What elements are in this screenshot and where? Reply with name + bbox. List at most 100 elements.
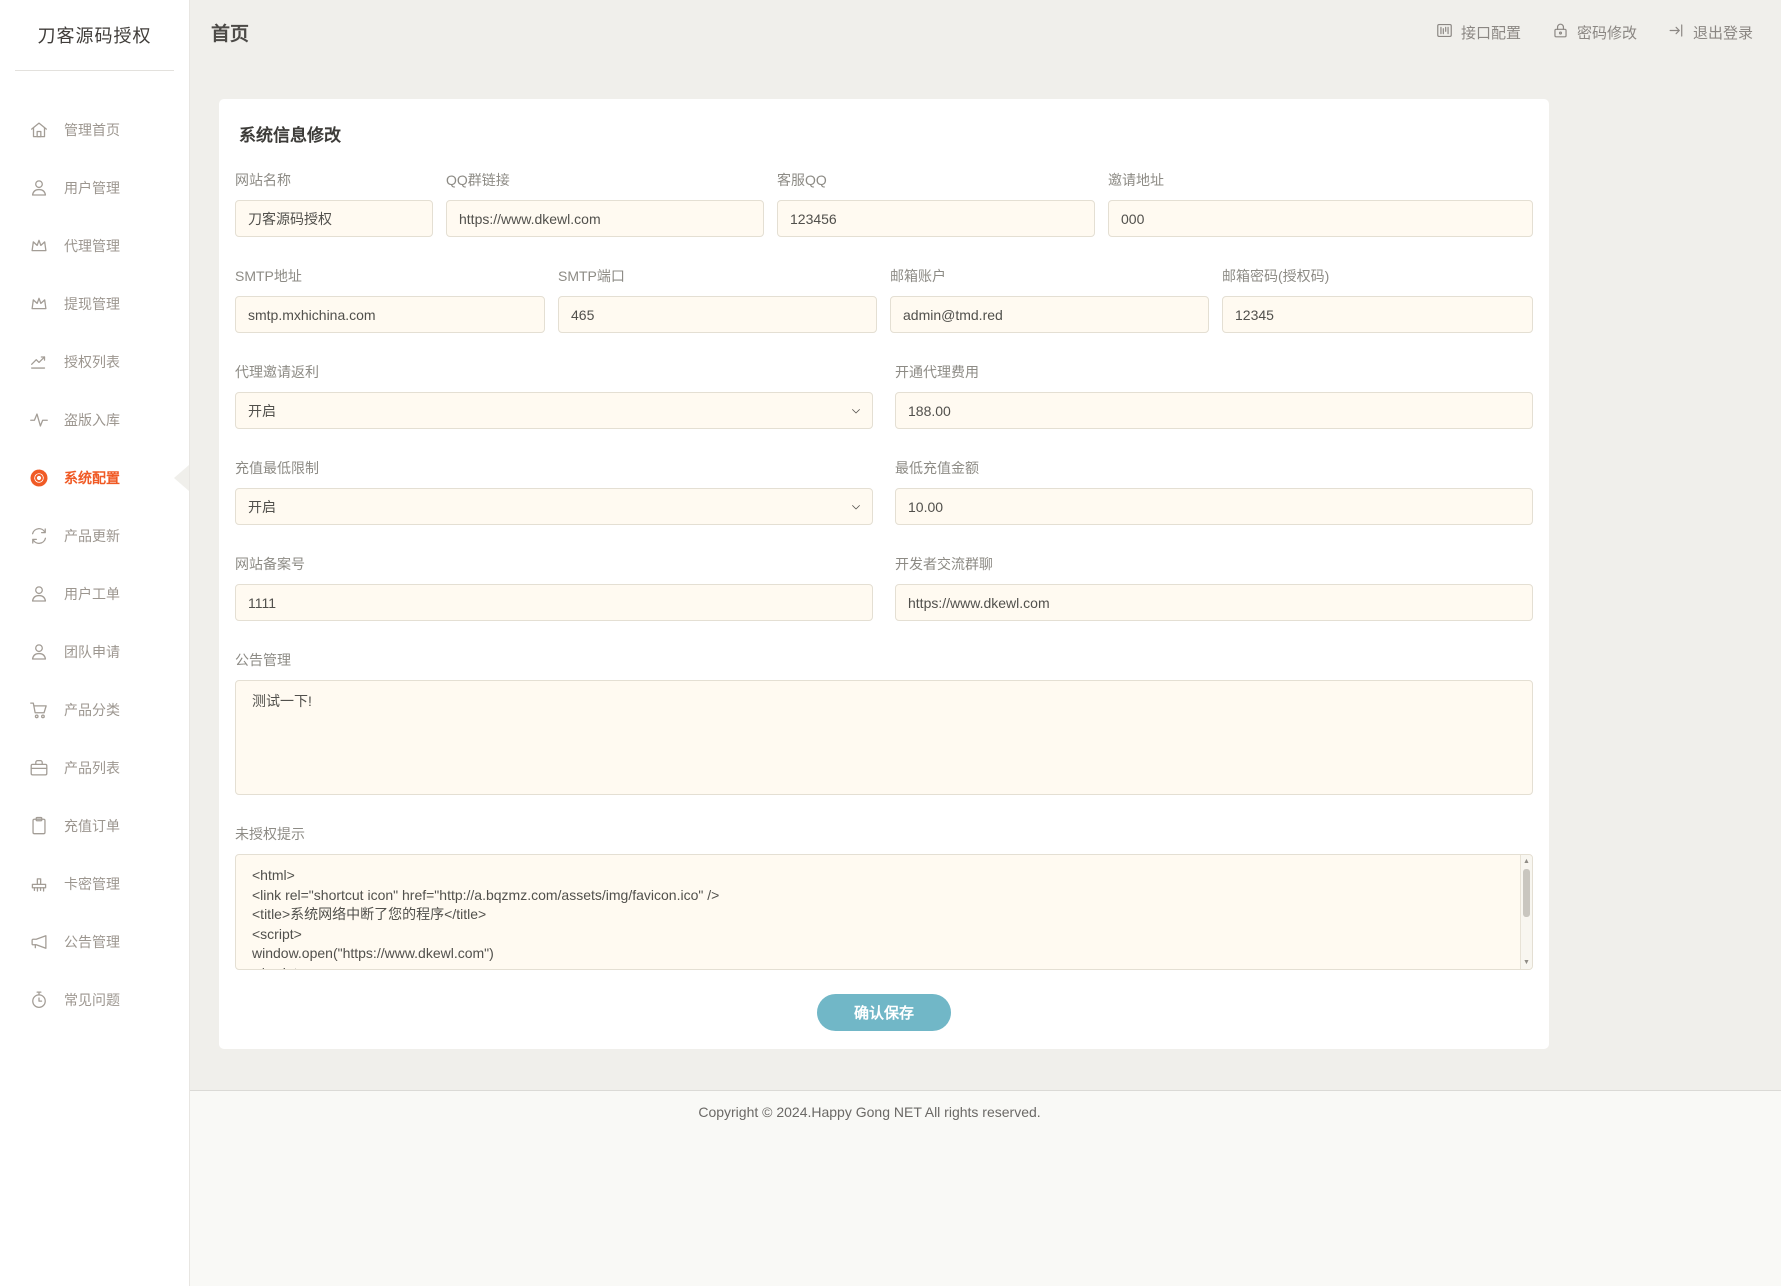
- main-area: 首页 接口配置 密码修改: [190, 0, 1781, 1286]
- api-config-button[interactable]: 接口配置: [1435, 21, 1521, 44]
- smtp-port-field: SMTP端口: [558, 266, 877, 333]
- min-recharge-label: 最低充值金额: [895, 458, 1533, 478]
- sidebar-item-withdraw-management[interactable]: 提现管理: [0, 275, 189, 333]
- user-icon: [28, 177, 50, 199]
- sidebar-item-faq[interactable]: 常见问题: [0, 971, 189, 1029]
- smtp-host-input[interactable]: [235, 296, 545, 333]
- agent-fee-field: 开通代理费用: [895, 362, 1533, 429]
- active-item-notch: [174, 465, 189, 491]
- sidebar-item-user-management[interactable]: 用户管理: [0, 159, 189, 217]
- scroll-down-icon[interactable]: ▼: [1521, 957, 1532, 968]
- sidebar-item-label: 系统配置: [64, 468, 120, 488]
- sidebar-item-recharge-orders[interactable]: 充值订单: [0, 797, 189, 855]
- footer: Copyright © 2024.Happy Gong NET All righ…: [190, 1090, 1781, 1286]
- sidebar-item-team-application[interactable]: 团队申请: [0, 623, 189, 681]
- sidebar-item-dashboard[interactable]: 管理首页: [0, 101, 189, 159]
- page-title: 首页: [211, 19, 249, 46]
- app-window: 刀客源码授权 管理首页 用户管理 代理管理: [0, 0, 1781, 1286]
- brush-icon: [28, 873, 50, 895]
- qq-group-link-input[interactable]: [446, 200, 764, 237]
- service-qq-field: 客服QQ: [777, 170, 1095, 237]
- cart-icon: [28, 699, 50, 721]
- form-row-5: 网站备案号 开发者交流群聊: [235, 554, 1533, 621]
- user-icon: [28, 583, 50, 605]
- unauthorized-tip-field: 未授权提示 <html> <link rel="shortcut icon" h…: [235, 824, 1533, 970]
- announcement-field: 公告管理 测试一下!: [235, 650, 1533, 795]
- app-logo: 刀客源码授权: [0, 0, 189, 70]
- sidebar-item-user-tickets[interactable]: 用户工单: [0, 565, 189, 623]
- sidebar-item-product-category[interactable]: 产品分类: [0, 681, 189, 739]
- icp-number-label: 网站备案号: [235, 554, 873, 574]
- briefcase-icon: [28, 757, 50, 779]
- min-recharge-field: 最低充值金额: [895, 458, 1533, 525]
- sidebar-item-piracy-intake[interactable]: 盗版入库: [0, 391, 189, 449]
- gear-icon: [28, 467, 50, 489]
- home-icon: [28, 119, 50, 141]
- mail-account-input[interactable]: [890, 296, 1209, 333]
- sidebar-item-announcement-management[interactable]: 公告管理: [0, 913, 189, 971]
- icp-number-field: 网站备案号: [235, 554, 873, 621]
- sidebar-item-product-update[interactable]: 产品更新: [0, 507, 189, 565]
- form-row-4: 充值最低限制 开启 最低充值金额: [235, 458, 1533, 525]
- announcement-textarea[interactable]: 测试一下!: [235, 680, 1533, 795]
- form-row-2: SMTP地址 SMTP端口 邮箱账户 邮箱密码(授权码): [235, 266, 1533, 333]
- trending-up-icon: [28, 351, 50, 373]
- sidebar-item-label: 卡密管理: [64, 874, 120, 894]
- invite-address-input[interactable]: [1108, 200, 1533, 237]
- recharge-limit-label: 充值最低限制: [235, 458, 873, 478]
- service-qq-label: 客服QQ: [777, 170, 1095, 190]
- logout-icon: [1667, 21, 1686, 44]
- textarea-scrollbar[interactable]: ▲ ▼: [1520, 855, 1532, 969]
- sidebar-item-label: 用户工单: [64, 584, 120, 604]
- form-row-1: 网站名称 QQ群链接 客服QQ 邀请地址: [235, 170, 1533, 237]
- sidebar-item-label: 常见问题: [64, 990, 120, 1010]
- qq-group-link-field: QQ群链接: [446, 170, 764, 237]
- sidebar-item-label: 代理管理: [64, 236, 120, 256]
- sidebar-item-agent-management[interactable]: 代理管理: [0, 217, 189, 275]
- agent-fee-input[interactable]: [895, 392, 1533, 429]
- sidebar-item-label: 产品分类: [64, 700, 120, 720]
- smtp-port-input[interactable]: [558, 296, 877, 333]
- sidebar-item-system-config[interactable]: 系统配置: [0, 449, 189, 507]
- announcement-label: 公告管理: [235, 650, 1533, 670]
- scrollbar-thumb[interactable]: [1523, 869, 1530, 917]
- dev-group-label: 开发者交流群聊: [895, 554, 1533, 574]
- dev-group-field: 开发者交流群聊: [895, 554, 1533, 621]
- topbar: 首页 接口配置 密码修改: [190, 0, 1781, 65]
- site-name-label: 网站名称: [235, 170, 433, 190]
- dev-group-input[interactable]: [895, 584, 1533, 621]
- refresh-icon: [28, 525, 50, 547]
- user-icon: [28, 641, 50, 663]
- sidebar-item-product-list[interactable]: 产品列表: [0, 739, 189, 797]
- service-qq-input[interactable]: [777, 200, 1095, 237]
- api-config-label: 接口配置: [1461, 22, 1521, 43]
- lock-icon: [1551, 21, 1570, 44]
- sidebar-item-label: 盗版入库: [64, 410, 120, 430]
- agent-rebate-select[interactable]: 开启: [235, 392, 873, 429]
- unauthorized-tip-textarea[interactable]: <html> <link rel="shortcut icon" href="h…: [235, 854, 1533, 970]
- scroll-up-icon[interactable]: ▲: [1521, 856, 1532, 867]
- invite-address-label: 邀请地址: [1108, 170, 1533, 190]
- logout-button[interactable]: 退出登录: [1667, 21, 1753, 44]
- sidebar-item-card-key-management[interactable]: 卡密管理: [0, 855, 189, 913]
- site-name-input[interactable]: [235, 200, 433, 237]
- mail-password-input[interactable]: [1222, 296, 1533, 333]
- crown-icon: [28, 235, 50, 257]
- form-row-3: 代理邀请返利 开启 开通代理费用: [235, 362, 1533, 429]
- mail-account-label: 邮箱账户: [890, 266, 1209, 286]
- change-password-button[interactable]: 密码修改: [1551, 21, 1637, 44]
- agent-rebate-label: 代理邀请返利: [235, 362, 873, 382]
- icp-number-input[interactable]: [235, 584, 873, 621]
- unauthorized-tip-label: 未授权提示: [235, 824, 1533, 844]
- invite-address-field: 邀请地址: [1108, 170, 1533, 237]
- system-info-card: 系统信息修改 网站名称 QQ群链接 客服QQ: [219, 99, 1549, 1049]
- smtp-host-label: SMTP地址: [235, 266, 545, 286]
- min-recharge-input[interactable]: [895, 488, 1533, 525]
- agent-fee-label: 开通代理费用: [895, 362, 1533, 382]
- recharge-limit-select[interactable]: 开启: [235, 488, 873, 525]
- activity-icon: [28, 409, 50, 431]
- site-name-field: 网站名称: [235, 170, 433, 237]
- save-button[interactable]: 确认保存: [817, 994, 951, 1031]
- sidebar-item-auth-list[interactable]: 授权列表: [0, 333, 189, 391]
- sidebar-item-label: 管理首页: [64, 120, 120, 140]
